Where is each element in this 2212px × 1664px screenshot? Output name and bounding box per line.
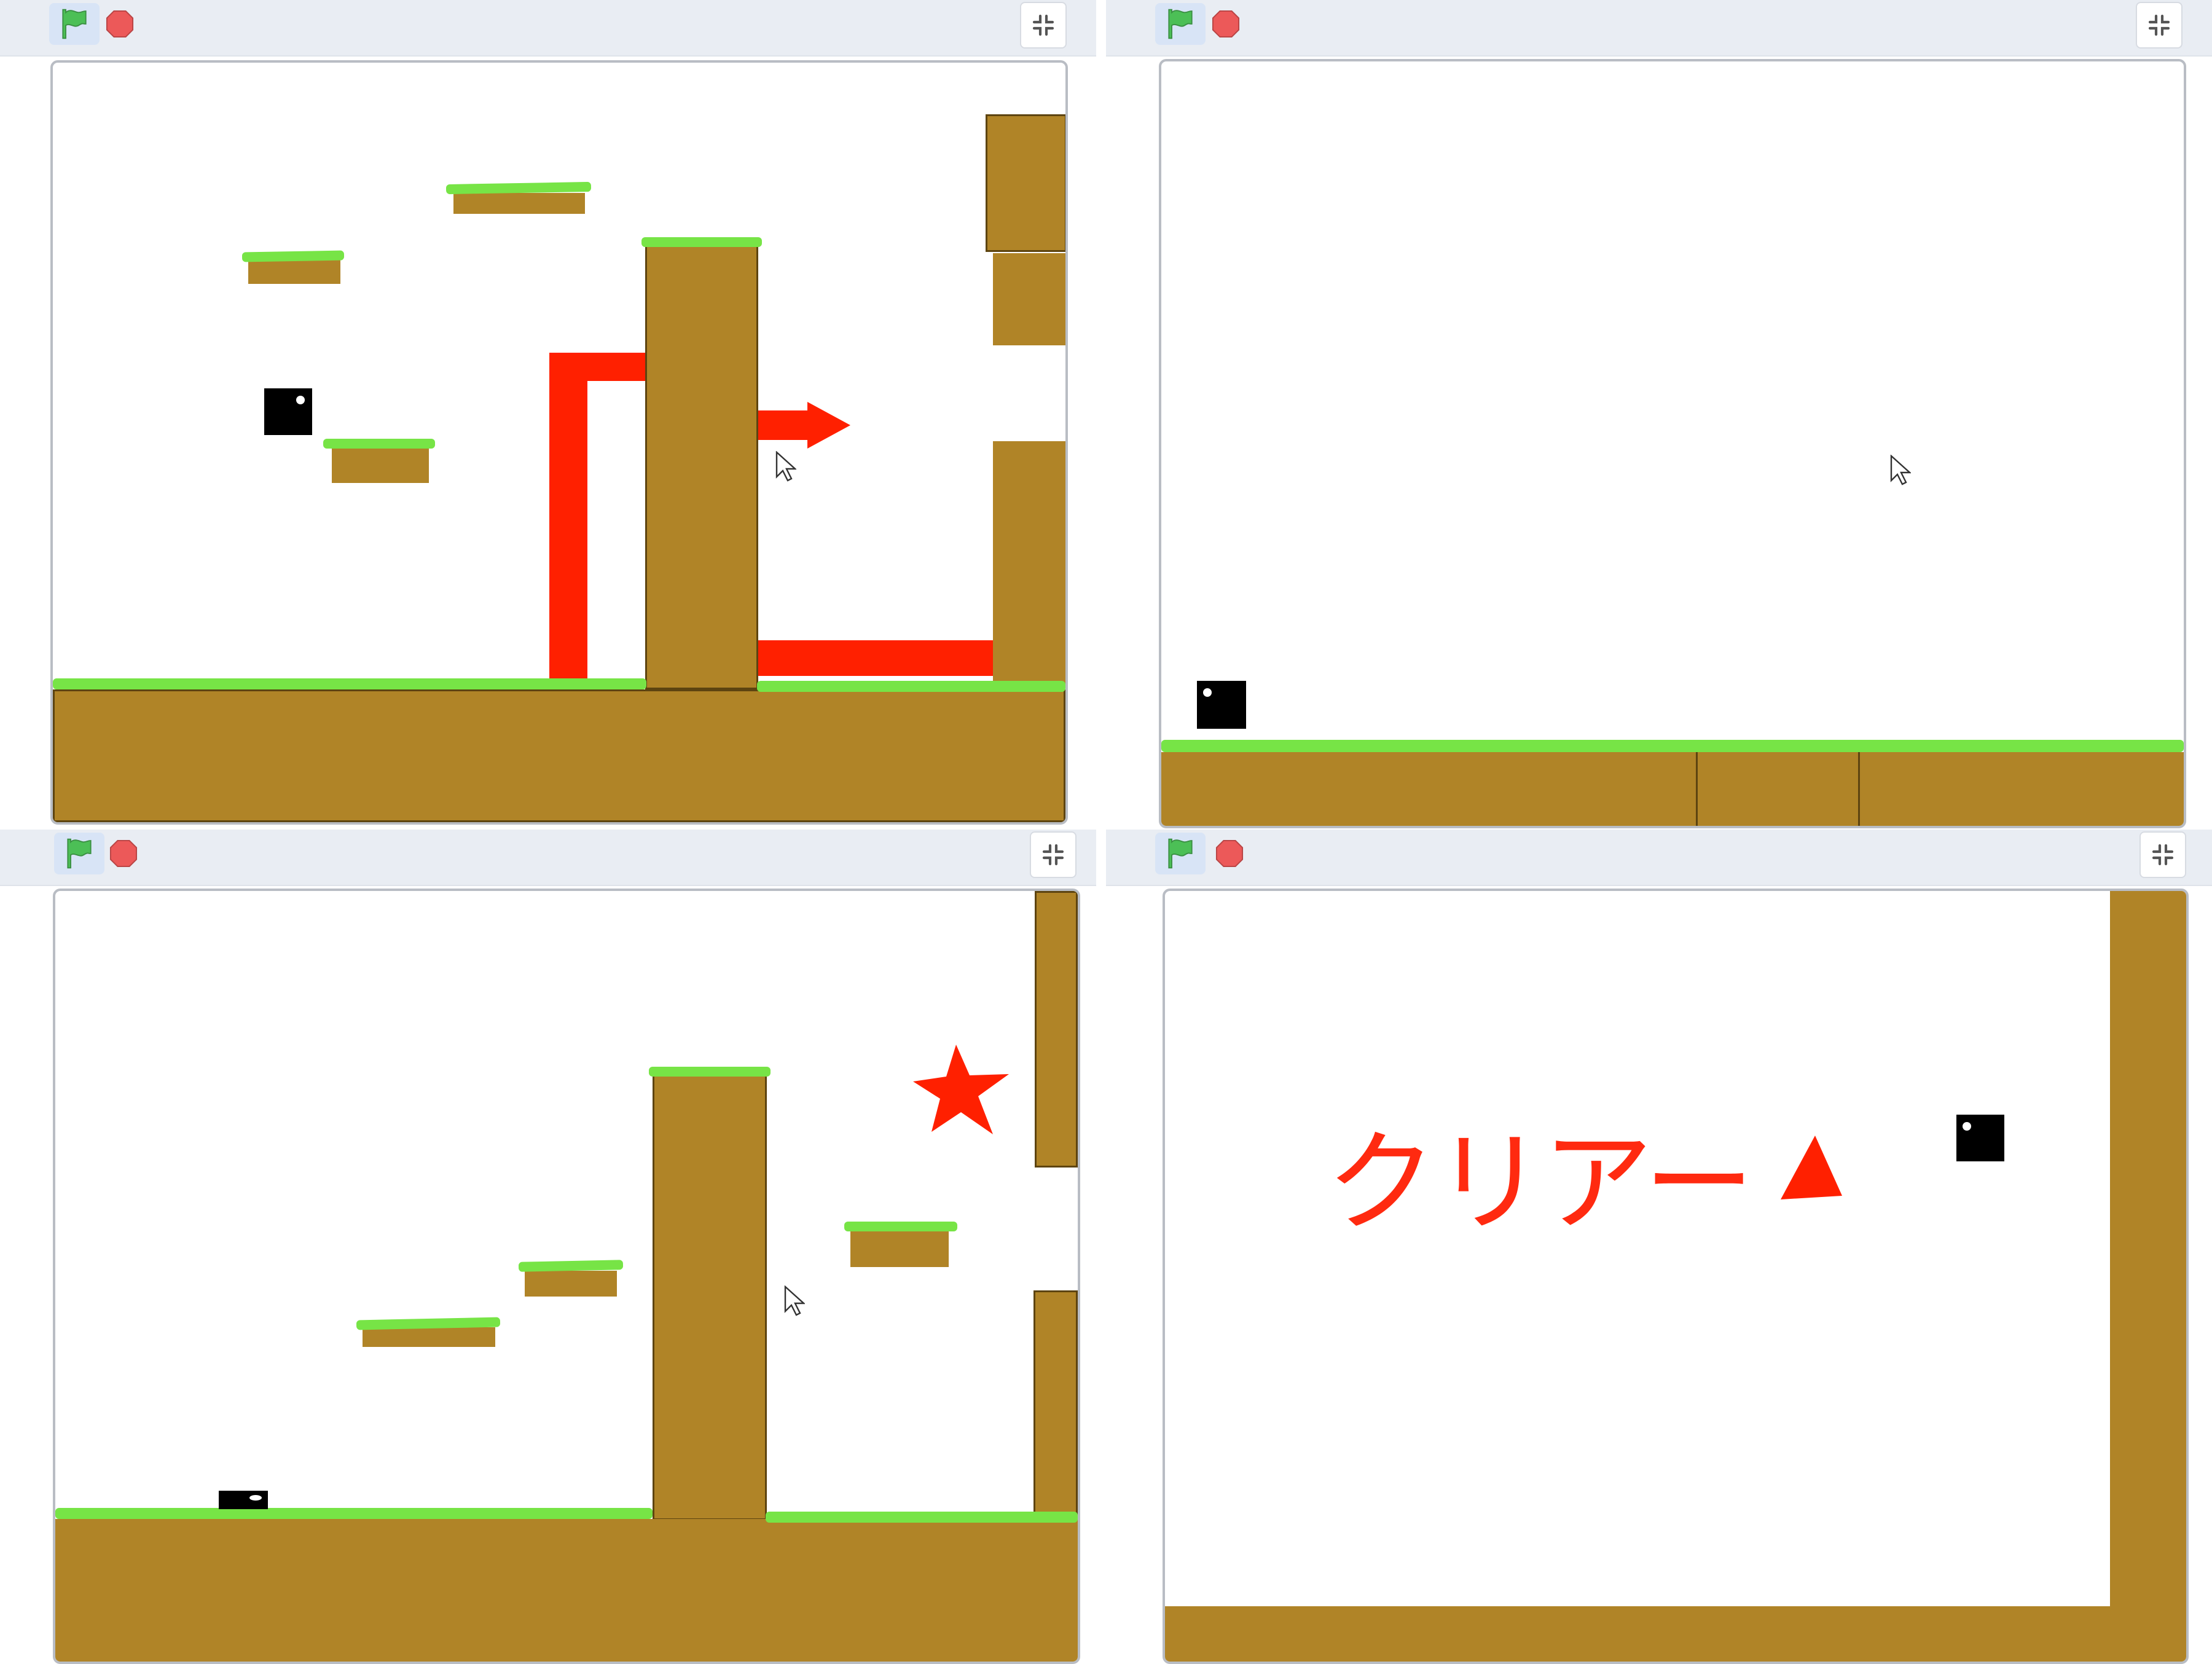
right-wall-block xyxy=(993,253,1065,345)
stop-button[interactable] xyxy=(109,839,138,868)
exit-fullscreen-button[interactable] xyxy=(1020,2,1067,49)
player-eye xyxy=(1963,1122,1971,1131)
stage-toolbar xyxy=(0,830,1096,886)
player-eye xyxy=(296,396,305,404)
floating-platform xyxy=(332,446,429,483)
ground xyxy=(1165,1606,2186,1662)
grass-top xyxy=(844,1222,957,1231)
stop-button[interactable] xyxy=(1212,10,1240,38)
green-flag-button[interactable] xyxy=(1155,3,1206,45)
exit-fullscreen-button[interactable] xyxy=(2139,831,2186,878)
player-eye xyxy=(1203,688,1212,697)
grass-top xyxy=(649,1067,771,1077)
right-wall-block xyxy=(986,114,1065,252)
ground-grass xyxy=(1161,740,2184,752)
mouse-cursor-icon xyxy=(784,1285,805,1316)
game-stage[interactable] xyxy=(53,889,1080,1664)
stop-sign-icon xyxy=(106,10,134,38)
floating-platform xyxy=(850,1230,949,1267)
floating-platform xyxy=(453,193,585,214)
clear-message: クリアー xyxy=(1326,1119,1754,1247)
ground xyxy=(53,689,1065,822)
tall-pillar xyxy=(653,1072,767,1520)
grass-top xyxy=(241,250,345,262)
exit-fullscreen-button[interactable] xyxy=(1030,831,1077,878)
grass-top xyxy=(518,1260,624,1272)
stop-sign-icon xyxy=(1212,10,1240,38)
player-cube xyxy=(219,1491,268,1509)
game-stage[interactable] xyxy=(1159,59,2186,828)
right-wall xyxy=(2110,891,2186,1611)
red-pipe-vertical xyxy=(549,353,587,678)
stop-sign-icon xyxy=(109,839,138,868)
stage-panel-bottom-left xyxy=(0,830,1096,1664)
stage-panel-bottom-right: クリアー xyxy=(1106,830,2212,1664)
game-stage[interactable] xyxy=(50,60,1068,825)
red-pipe-horizontal xyxy=(549,353,648,381)
stage-panel-top-right xyxy=(1106,0,2212,828)
green-flag-icon xyxy=(1168,9,1193,39)
exit-fullscreen-icon xyxy=(2148,14,2170,36)
tall-pillar xyxy=(645,241,758,689)
mouse-cursor-icon xyxy=(1890,455,1911,485)
stage-panel-top-left xyxy=(0,0,1096,825)
ground-grass xyxy=(766,1512,1078,1523)
mouse-cursor-icon xyxy=(775,451,796,482)
stop-button[interactable] xyxy=(106,10,134,38)
grass-top xyxy=(641,237,762,247)
green-flag-icon xyxy=(67,838,92,869)
player-cube xyxy=(264,388,312,435)
ground-grass xyxy=(55,1508,653,1519)
stage-toolbar xyxy=(1106,830,2212,886)
stage-toolbar xyxy=(1106,0,2212,57)
green-flag-button[interactable] xyxy=(49,3,100,45)
right-wall-block xyxy=(1033,1290,1078,1548)
exit-fullscreen-icon xyxy=(1042,844,1064,866)
game-stage[interactable]: クリアー xyxy=(1163,889,2189,1664)
exit-fullscreen-icon xyxy=(1032,14,1054,36)
player-cube xyxy=(1956,1115,2004,1161)
exit-fullscreen-icon xyxy=(2152,844,2174,866)
stop-sign-icon xyxy=(1215,839,1244,868)
green-flag-icon xyxy=(62,9,87,39)
red-arrow-icon xyxy=(758,402,850,449)
green-flag-button[interactable] xyxy=(54,833,104,874)
red-star-icon xyxy=(913,1045,1009,1134)
right-wall-block xyxy=(993,441,1065,685)
player-cube xyxy=(1197,681,1246,729)
red-triangle-marker-icon xyxy=(1781,1136,1842,1199)
player-eye xyxy=(249,1495,262,1501)
ground xyxy=(1161,752,2184,826)
green-flag-button[interactable] xyxy=(1155,833,1206,874)
exit-fullscreen-button[interactable] xyxy=(2136,2,2183,49)
ground-seam xyxy=(1858,752,1860,826)
ground xyxy=(55,1519,1078,1662)
stop-button[interactable] xyxy=(1215,839,1244,868)
floating-platform xyxy=(363,1327,495,1347)
ground-seam xyxy=(1696,752,1698,826)
stage-toolbar xyxy=(0,0,1096,57)
ground-grass xyxy=(757,681,1065,692)
grass-top xyxy=(323,439,435,449)
right-wall-block xyxy=(1035,891,1078,1168)
ground-grass xyxy=(53,678,646,689)
green-flag-icon xyxy=(1168,838,1193,869)
floating-platform xyxy=(525,1271,617,1297)
floating-platform xyxy=(248,259,340,284)
